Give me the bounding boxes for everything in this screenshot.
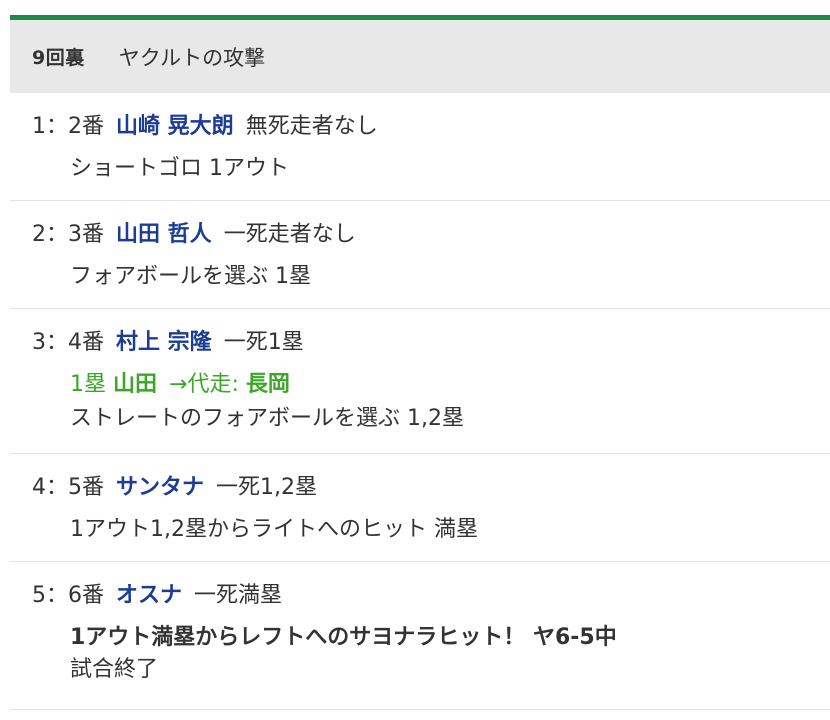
plate-appearance-number: 2 [32,222,46,247]
player-name-link[interactable]: 山崎 晃大朗 [116,114,234,139]
player-name-link[interactable]: 村上 宗隆 [116,330,212,355]
substitution-arrow-label: →代走: [169,372,239,397]
base-situation: 一死1塁 [223,330,304,355]
player-name-link[interactable]: オスナ [116,583,182,608]
separator: ： [46,475,69,500]
plate-appearance-number: 5 [32,583,46,608]
substitution-replacement: 長岡 [245,372,290,397]
play-item: 3：4番 村上 宗隆 一死1塁 1塁 山田 →代走: 長岡 ストレートのフォアボールを… [10,309,830,454]
batting-order: 4番 [68,330,105,355]
base-situation: 無死走者なし [245,114,378,139]
inning-title: ヤクルトの攻撃 [118,45,266,70]
batter-line: 3：4番 村上 宗隆 一死1塁 [32,328,830,358]
batter-line: 2：3番 山田 哲人 一死走者なし [32,220,830,250]
player-name-link[interactable]: 山田 哲人 [116,222,212,247]
batting-order: 5番 [68,475,105,500]
play-result: 1アウト満塁からレフトへのサヨナラヒット！ ヤ6-5中 [70,625,617,650]
inning-header: 9回裏 ヤクルトの攻撃 [10,20,830,93]
substitution-base: 1塁 [70,372,106,397]
batter-line: 5：6番 オスナ 一死満塁 [32,581,830,611]
plate-appearance-number: 4 [32,475,46,500]
play-result: ショートゴロ 1アウト [70,156,289,181]
separator: ： [46,583,69,608]
plate-appearance-number: 1 [32,114,46,139]
play-item: 2：3番 山田 哲人 一死走者なし フォアボールを選ぶ 1塁 [10,201,830,309]
batting-order: 6番 [68,583,105,608]
base-situation: 一死満塁 [194,583,283,608]
play-result: 1アウト1,2塁からライトへのヒット 満塁 [70,517,478,542]
inning-label: 9回裏 [32,47,85,69]
game-end-text: 試合終了 [70,657,159,682]
play-list: 1：2番 山崎 晃大朗 無死走者なし ショートゴロ 1アウト 2：3番 山田 哲人 一死… [10,93,830,710]
batter-line: 4：5番 サンタナ 一死1,2塁 [32,473,830,503]
play-by-play-page: 9回裏 ヤクルトの攻撃 1：2番 山崎 晃大朗 無死走者なし ショートゴロ 1アウト… [0,0,830,720]
batting-order: 2番 [68,114,105,139]
substitution-line: 1塁 山田 →代走: 長岡 [32,370,830,400]
play-item: 4：5番 サンタナ 一死1,2塁 1アウト1,2塁からライトへのヒット 満塁 [10,454,830,562]
base-situation: 一死走者なし [223,222,356,247]
substitution-runner: 山田 [113,372,158,397]
play-item: 5：6番 オスナ 一死満塁 1アウト満塁からレフトへのサヨナラヒット！ ヤ6-5中 … [10,562,830,710]
batter-line: 1：2番 山崎 晃大朗 無死走者なし [32,112,830,142]
plate-appearance-number: 3 [32,330,46,355]
batting-order: 3番 [68,222,105,247]
play-result: フォアボールを選ぶ 1塁 [70,264,311,289]
play-item: 1：2番 山崎 晃大朗 無死走者なし ショートゴロ 1アウト [10,93,830,201]
separator: ： [46,330,69,355]
base-situation: 一死1,2塁 [216,475,318,500]
play-result: ストレートのフォアボールを選ぶ 1,2塁 [70,406,464,431]
separator: ： [46,114,69,139]
player-name-link[interactable]: サンタナ [116,475,204,500]
separator: ： [46,222,69,247]
